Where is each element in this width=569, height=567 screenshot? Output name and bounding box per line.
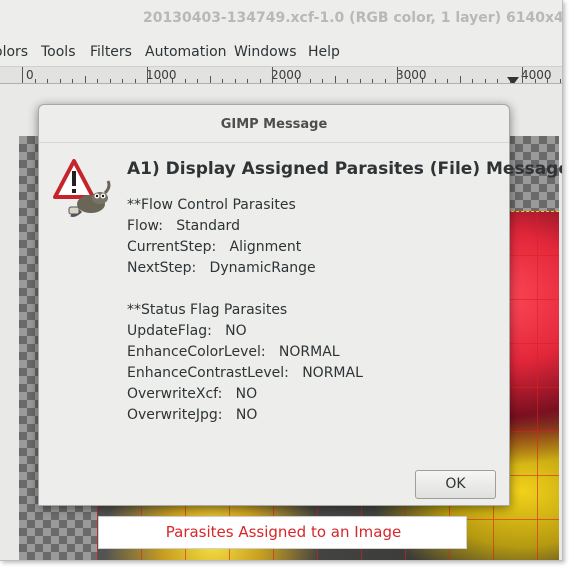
- message-line: **Flow Control Parasites: [127, 197, 296, 213]
- ruler-tick: [122, 79, 123, 83]
- message-line: Flow: Standard: [127, 218, 240, 234]
- gimp-warning-icon: [53, 159, 111, 221]
- message-line: EnhanceContrastLevel: NORMAL: [127, 365, 363, 381]
- ruler-tick: [210, 76, 211, 83]
- ruler-tick: [222, 79, 223, 83]
- ruler-tick: [485, 79, 486, 83]
- ruler-tick: [497, 79, 498, 83]
- ruler-tick: [247, 79, 248, 83]
- ruler-tick: [372, 79, 373, 83]
- ruler-tick: [97, 79, 98, 83]
- message-line: [127, 279, 499, 300]
- ruler-tick: [197, 79, 198, 83]
- ruler-tick: [347, 79, 348, 83]
- ruler-tick: [422, 79, 423, 83]
- ruler-tick: [310, 79, 311, 83]
- ruler-tick: [22, 67, 23, 83]
- caption-text: Parasites Assigned to an Image: [165, 523, 402, 541]
- window-title: 20130403-134749.xcf-1.0 (RGB color, 1 la…: [143, 10, 563, 26]
- message-line: OverwriteJpg: NO: [127, 407, 258, 423]
- ruler-tick: [235, 79, 236, 83]
- menu-windows[interactable]: Windows: [234, 44, 297, 60]
- message-line: OverwriteXcf: NO: [127, 386, 258, 402]
- message-line: UpdateFlag: NO: [127, 323, 247, 339]
- gimp-message-dialog: GIMP Message A1) Display Assigned Parasi…: [38, 104, 562, 506]
- ruler-tick: [535, 79, 536, 83]
- dialog-heading: A1) Display Assigned Parasites (File) Me…: [127, 159, 563, 179]
- dialog-titlebar[interactable]: GIMP Message: [39, 105, 509, 143]
- ruler-tick: [110, 79, 111, 83]
- ruler-tick: [322, 79, 323, 83]
- ruler-tick: [472, 79, 473, 83]
- ruler-tick: [547, 79, 548, 83]
- ok-button[interactable]: OK: [415, 470, 496, 499]
- ruler-tick: [335, 76, 336, 83]
- ruler-tick: [260, 79, 261, 83]
- ruler-tick: [285, 79, 286, 83]
- caption-box: Parasites Assigned to an Image: [98, 516, 467, 549]
- ruler-pointer-marker: [507, 77, 519, 83]
- ruler-tick: [85, 76, 86, 83]
- ruler-tick: [160, 79, 161, 83]
- dialog-title: GIMP Message: [220, 117, 328, 132]
- ruler-tick: [410, 79, 411, 83]
- ruler-tick: [447, 79, 448, 83]
- menu-automation[interactable]: Automation: [145, 44, 227, 60]
- ruler-tick: [360, 79, 361, 83]
- ruler-tick: [272, 67, 273, 83]
- message-line: NextStep: DynamicRange: [127, 260, 316, 276]
- menu-colors[interactable]: olors: [0, 44, 28, 60]
- screenshot: 20130403-134749.xcf-1.0 (RGB color, 1 la…: [0, 0, 569, 567]
- ruler-tick: [72, 79, 73, 83]
- ruler-tick: [47, 79, 48, 83]
- ruler-tick: [185, 79, 186, 83]
- ruler-tick: [397, 67, 398, 83]
- menubar: olors Tools Filters Automation Windows H…: [0, 38, 562, 66]
- menu-tools[interactable]: Tools: [41, 44, 76, 60]
- ruler-tick: [560, 79, 561, 83]
- ruler-tick: [60, 79, 61, 83]
- dialog-message-body: **Flow Control Parasites Flow: Standard …: [127, 195, 499, 426]
- menu-help[interactable]: Help: [308, 44, 340, 60]
- window-titlebar: 20130403-134749.xcf-1.0 (RGB color, 1 la…: [0, 0, 563, 38]
- message-line: **Status Flag Parasites: [127, 302, 288, 318]
- ruler-tick: [435, 79, 436, 83]
- ruler-tick: [460, 76, 461, 83]
- ruler-tick: [35, 79, 36, 83]
- message-line: CurrentStep: Alignment: [127, 239, 302, 255]
- ruler-tick: [147, 67, 148, 83]
- horizontal-ruler[interactable]: 0 1000 2000 3000 4000: [0, 66, 562, 84]
- menu-filters[interactable]: Filters: [90, 44, 132, 60]
- ruler-tick: [135, 79, 136, 83]
- gimp-image-window: 20130403-134749.xcf-1.0 (RGB color, 1 la…: [0, 0, 563, 561]
- message-line: EnhanceColorLevel: NORMAL: [127, 344, 340, 360]
- ruler-tick: [172, 79, 173, 83]
- ruler-label: 0: [26, 68, 34, 82]
- ruler-tick: [297, 79, 298, 83]
- ruler-tick: [385, 79, 386, 83]
- ruler-tick: [522, 67, 523, 83]
